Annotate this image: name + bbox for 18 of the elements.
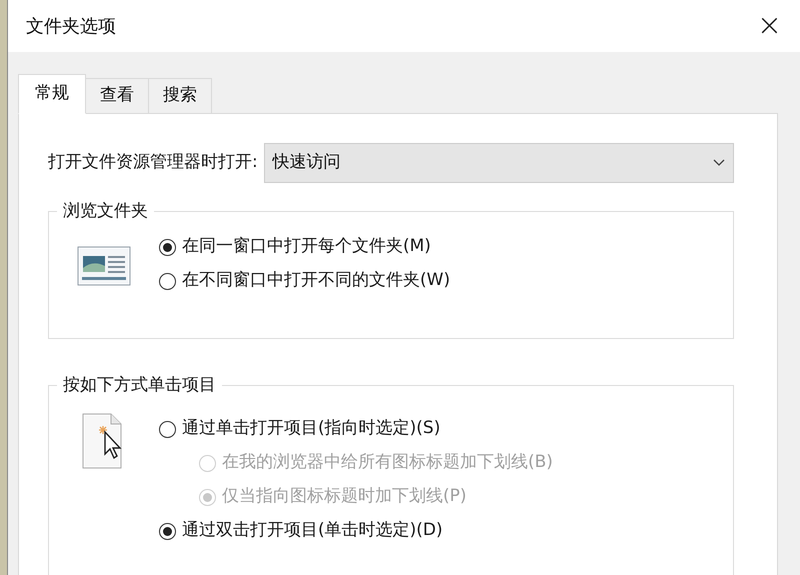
- option-label: 在我的浏览器中给所有图标标题加下划线(B): [222, 451, 553, 474]
- field-label: 打开文件资源管理器时打开:: [48, 151, 258, 174]
- option-label: 通过双击打开项目(单击时选定)(D): [182, 519, 443, 542]
- window-icon: [77, 246, 131, 286]
- dropdown[interactable]: 快速访问: [264, 143, 734, 183]
- window-title: 文件夹选项: [26, 14, 116, 38]
- option-label: 在不同窗口中打开不同的文件夹(W): [182, 269, 450, 292]
- radio-button[interactable]: [159, 272, 176, 290]
- radio-button[interactable]: [159, 238, 176, 256]
- chevron-down-icon: [713, 159, 725, 167]
- tab[interactable]: 常规: [18, 74, 86, 114]
- radio-button[interactable]: [159, 420, 176, 438]
- option-label: 在同一窗口中打开每个文件夹(M): [182, 235, 431, 258]
- close-button[interactable]: ×: [756, 11, 782, 41]
- tab[interactable]: 搜索: [148, 78, 212, 114]
- radio-button[interactable]: [159, 522, 176, 540]
- option-label: 通过单击打开项目(指向时选定)(S): [182, 417, 440, 440]
- option-label: 仅当指向图标标题时加下划线(P): [222, 485, 467, 508]
